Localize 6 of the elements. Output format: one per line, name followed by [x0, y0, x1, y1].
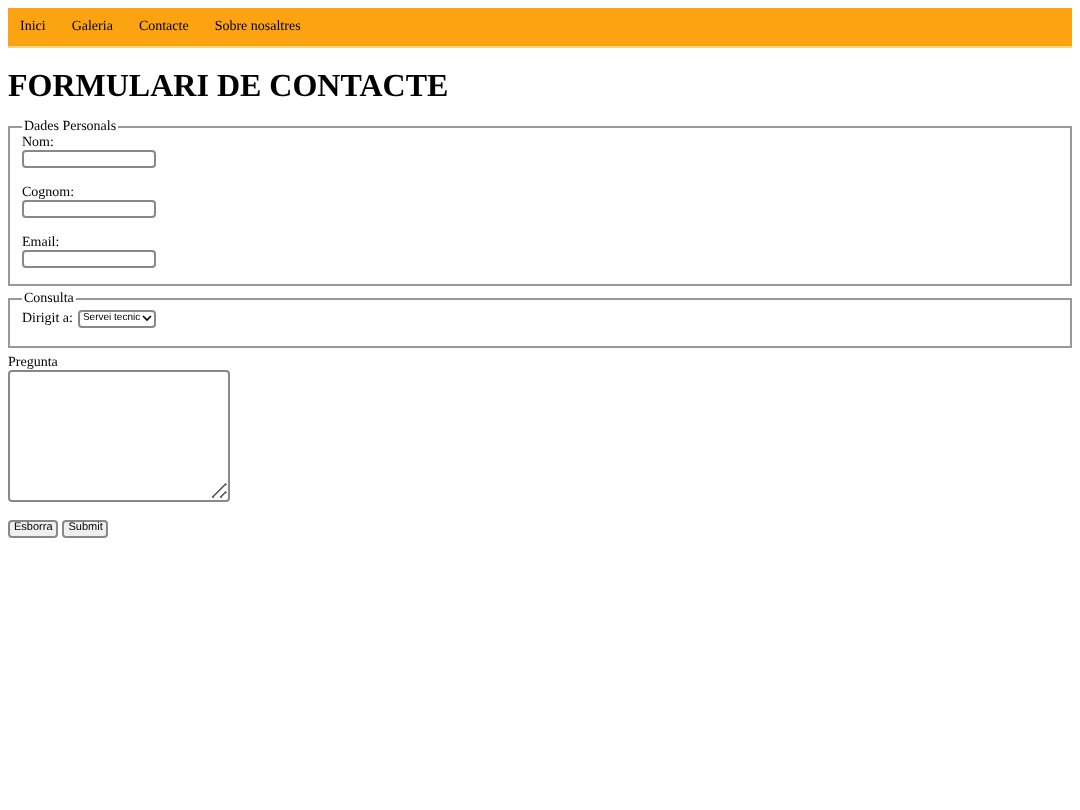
- input-field[interactable]: [22, 250, 156, 268]
- input-field[interactable]: [22, 150, 156, 168]
- question-textarea[interactable]: [8, 370, 230, 502]
- input-field[interactable]: [22, 200, 156, 218]
- chevron-down-icon: [142, 314, 153, 323]
- page-heading: FORMULARI DE CONTACTE: [8, 68, 451, 108]
